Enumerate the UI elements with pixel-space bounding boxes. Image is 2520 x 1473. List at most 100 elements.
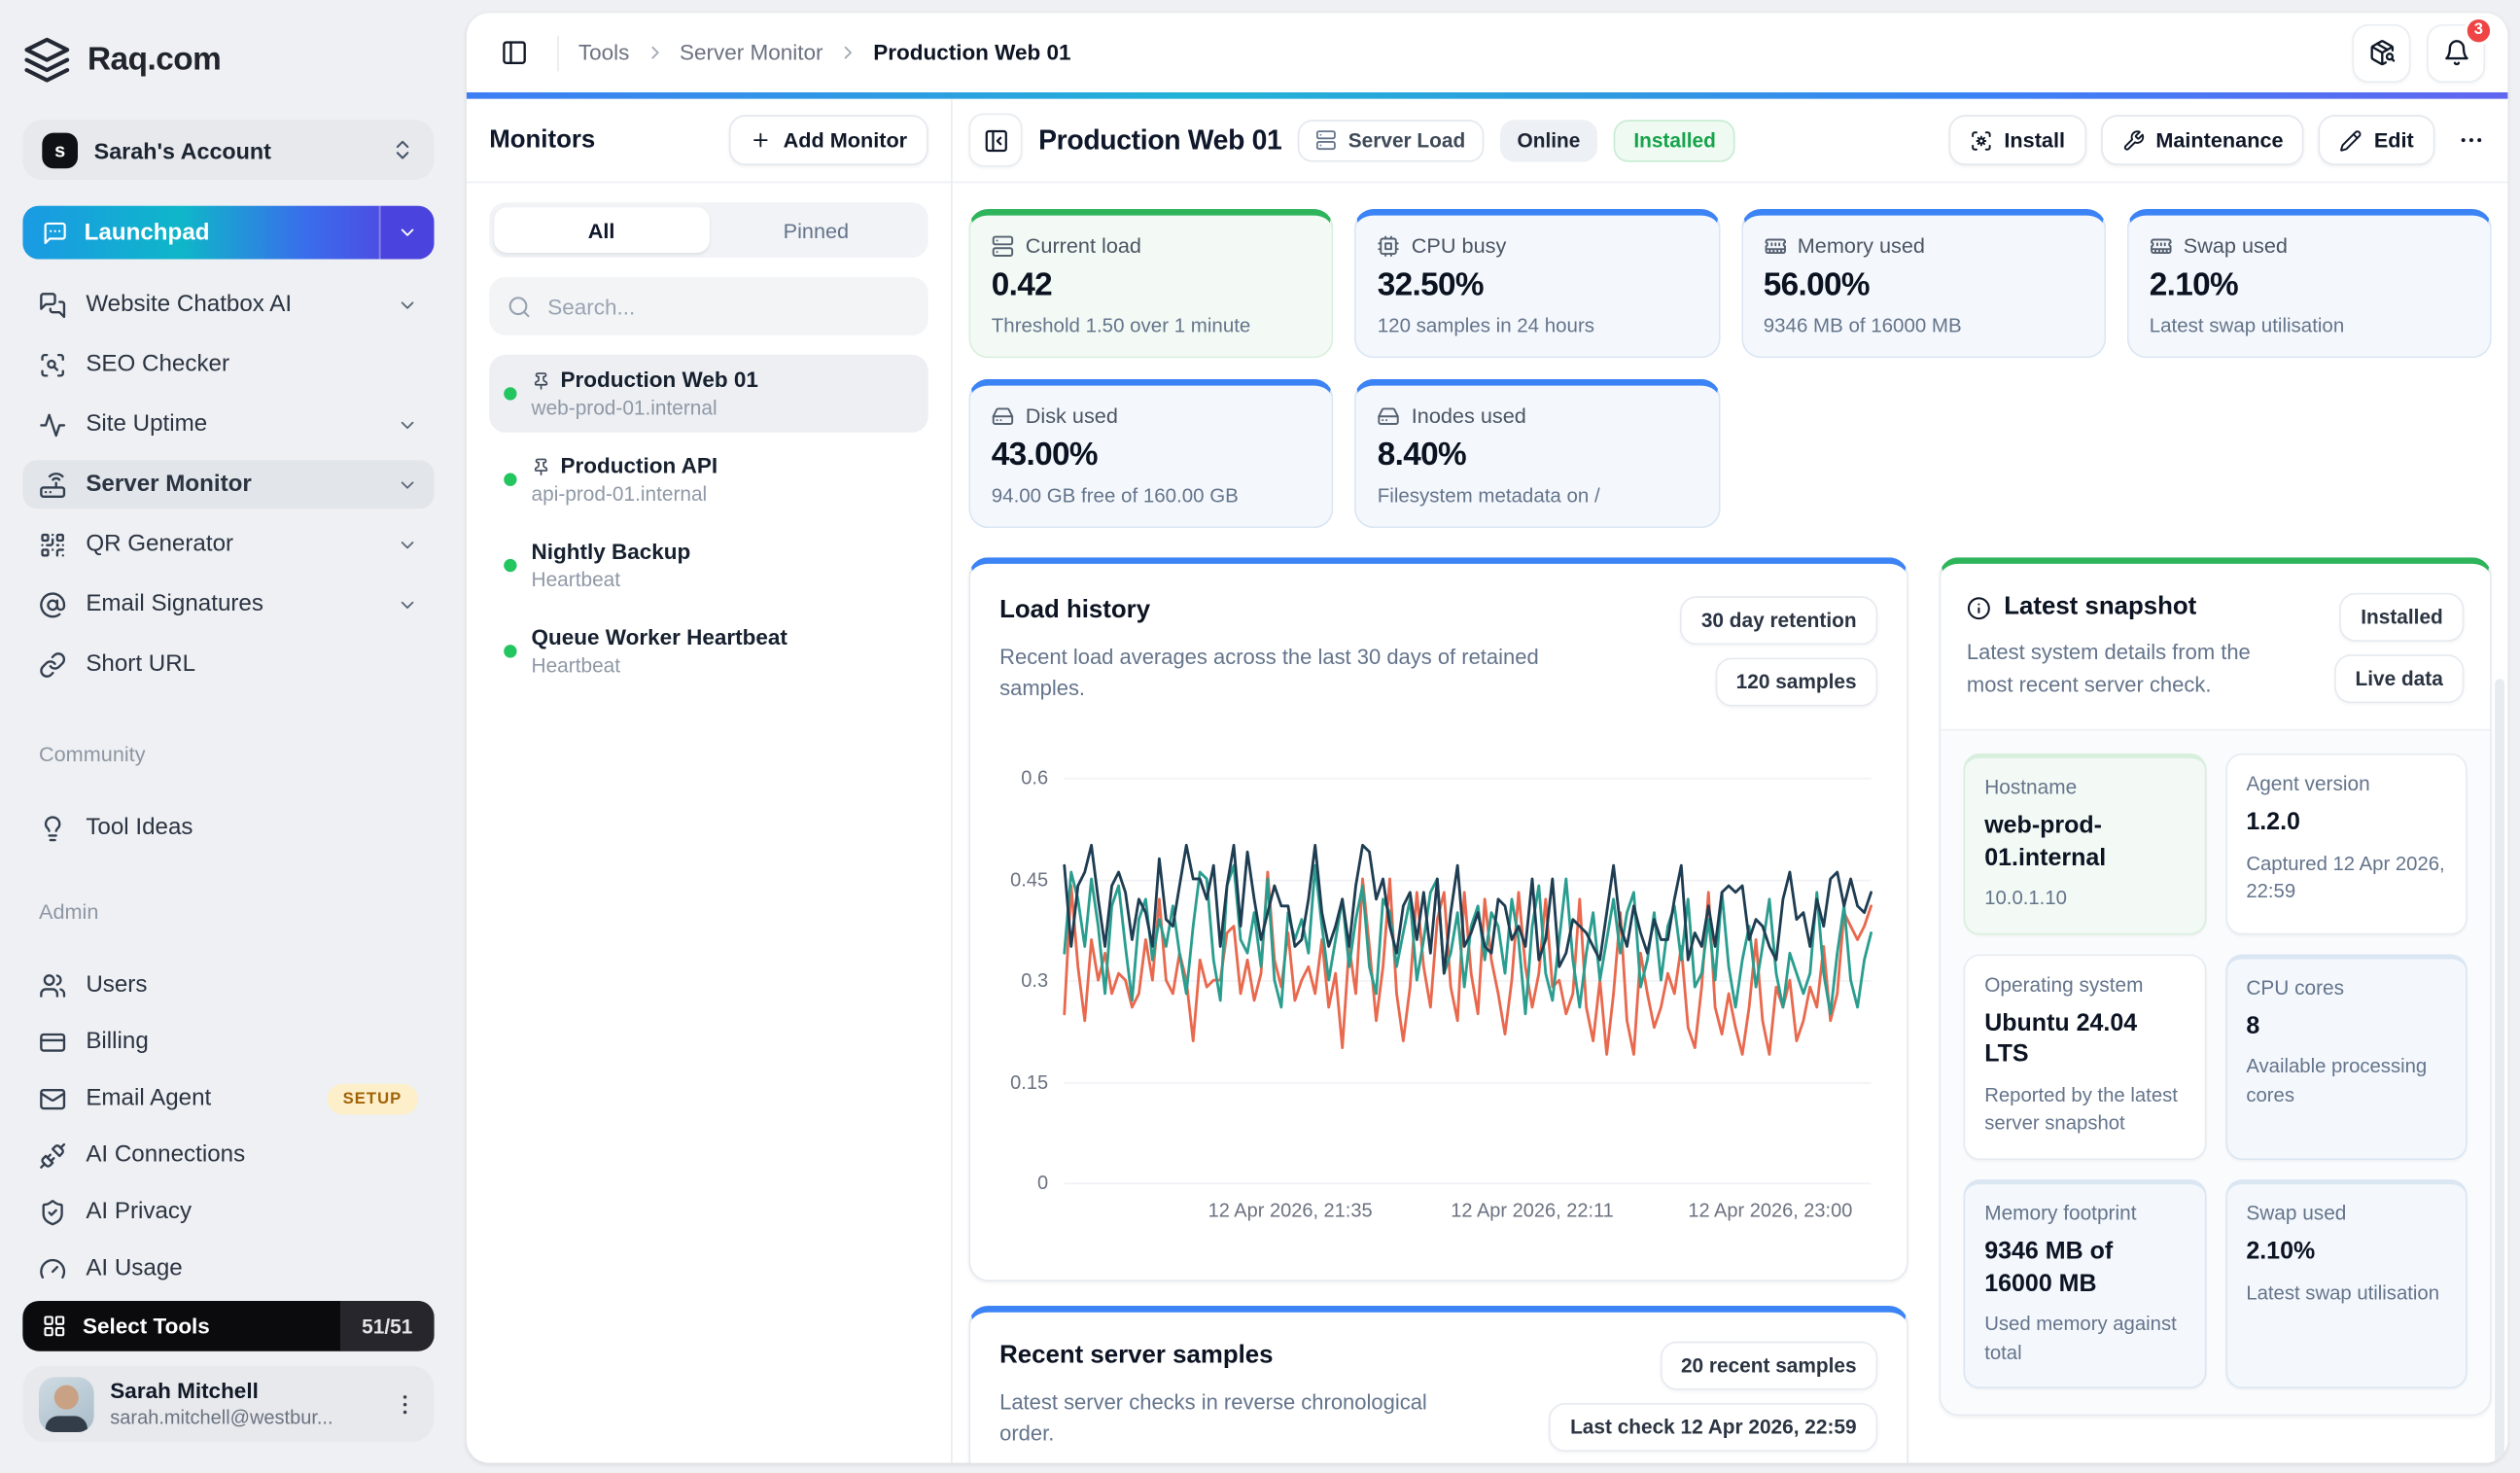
snapshot-value: 9346 MB of 16000 MB bbox=[1984, 1236, 2185, 1299]
chart-x-tick: 12 Apr 2026, 22:11 bbox=[1451, 1199, 1614, 1221]
main-card: Tools Server Monitor Production Web 01 3 bbox=[467, 13, 2508, 1462]
search-input[interactable] bbox=[544, 293, 911, 320]
stat-cards-row-2: Disk used 43.00% 94.00 GB free of 160.00… bbox=[968, 379, 2491, 528]
shield-check-icon bbox=[39, 1198, 66, 1225]
sidebar-item-site-uptime[interactable]: Site Uptime bbox=[22, 401, 434, 449]
stat-value: 56.00% bbox=[1764, 267, 2083, 304]
sidebar-item-short-url[interactable]: Short URL bbox=[22, 640, 434, 688]
status-badge: Online bbox=[1499, 119, 1597, 160]
scrollbar-thumb[interactable] bbox=[2495, 679, 2504, 1462]
stat-label: Current load bbox=[1026, 233, 1141, 258]
notifications-button[interactable]: 3 bbox=[2427, 23, 2485, 82]
monitors-title: Monitors bbox=[489, 125, 595, 155]
sidebar-item-qr-generator[interactable]: QR Generator bbox=[22, 520, 434, 569]
snapshot-installed-badge: Installed bbox=[2340, 593, 2465, 642]
monitor-item-production-api[interactable]: Production API api-prod-01.internal bbox=[489, 440, 928, 518]
sidebar-item-tool-ideas[interactable]: Tool Ideas bbox=[22, 804, 434, 853]
stat-value: 0.42 bbox=[992, 267, 1312, 304]
stat-value: 8.40% bbox=[1378, 438, 1698, 474]
install-button[interactable]: Install bbox=[1949, 115, 2086, 165]
snapshot-label: CPU cores bbox=[2246, 976, 2446, 999]
hard-drive-icon bbox=[1378, 404, 1400, 427]
edit-button[interactable]: Edit bbox=[2319, 115, 2434, 165]
server-icon bbox=[1315, 129, 1337, 151]
sidebar-item-label: Email Signatures bbox=[86, 591, 263, 617]
monitor-item-nightly-backup[interactable]: Nightly Backup Heartbeat bbox=[489, 527, 928, 605]
admin-heading: Admin bbox=[22, 899, 434, 924]
tab-pinned[interactable]: Pinned bbox=[709, 207, 924, 253]
snapshot-detail: Latest swap utilisation bbox=[2246, 1280, 2446, 1308]
chevron-down-icon bbox=[397, 222, 418, 243]
gauge-icon bbox=[39, 1255, 66, 1282]
user-card[interactable]: Sarah Mitchell sarah.mitchell@westbur... bbox=[22, 1366, 434, 1442]
installed-badge: Installed bbox=[1614, 119, 1735, 160]
grid-icon bbox=[42, 1315, 66, 1339]
stat-value: 43.00% bbox=[992, 438, 1312, 474]
chat-bubble-icon bbox=[42, 220, 68, 246]
sidebar-community: Tool Ideas bbox=[22, 804, 434, 864]
sidebar-toggle-button[interactable] bbox=[489, 28, 538, 77]
snapshot-live-data-badge: Live data bbox=[2334, 654, 2465, 703]
chevron-right-icon bbox=[838, 42, 859, 63]
tab-all[interactable]: All bbox=[494, 207, 709, 253]
sidebar-item-ai-usage[interactable]: AI Usage bbox=[22, 1245, 434, 1293]
snapshot-label: Operating system bbox=[1984, 973, 2185, 996]
launchpad-main[interactable]: Launchpad bbox=[22, 206, 379, 260]
snapshot-card-operating-system: Operating system Ubuntu 24.04 LTS Report… bbox=[1964, 954, 2206, 1160]
status-dot bbox=[504, 387, 516, 400]
snapshot-value: 1.2.0 bbox=[2246, 807, 2446, 838]
pin-icon bbox=[532, 370, 551, 390]
sidebar-item-ai-connections[interactable]: AI Connections bbox=[22, 1131, 434, 1179]
setup-badge: SETUP bbox=[327, 1083, 418, 1114]
stat-card-current-load: Current load 0.42 Threshold 1.50 over 1 … bbox=[968, 209, 1333, 358]
breadcrumb-tools[interactable]: Tools bbox=[578, 41, 630, 65]
sidebar-item-seo-checker[interactable]: SEO Checker bbox=[22, 340, 434, 389]
chevron-down-icon bbox=[397, 414, 418, 436]
monitor-item-production-web-01[interactable]: Production Web 01 web-prod-01.internal bbox=[489, 355, 928, 433]
launchpad-caret[interactable] bbox=[379, 206, 435, 260]
sidebar-item-email-signatures[interactable]: Email Signatures bbox=[22, 580, 434, 629]
stat-detail: 120 samples in 24 hours bbox=[1378, 314, 1698, 336]
package-search-button[interactable] bbox=[2352, 23, 2410, 82]
chart-x-tick: 12 Apr 2026, 23:00 bbox=[1688, 1199, 1852, 1221]
memory-stick-icon bbox=[2150, 234, 2172, 257]
maintenance-button[interactable]: Maintenance bbox=[2101, 115, 2305, 165]
snapshot-card-memory-footprint: Memory footprint 9346 MB of 16000 MB Use… bbox=[1964, 1179, 2206, 1389]
launchpad-button[interactable]: Launchpad bbox=[22, 206, 434, 260]
snapshot-cards: Hostname web-prod-01.internal 10.0.1.10 … bbox=[1941, 731, 2490, 1416]
monitor-search[interactable] bbox=[489, 277, 928, 335]
pencil-icon bbox=[2340, 128, 2362, 151]
sidebar-item-ai-privacy[interactable]: AI Privacy bbox=[22, 1188, 434, 1237]
breadcrumb-server-monitor[interactable]: Server Monitor bbox=[680, 41, 823, 65]
chevrons-up-down-icon bbox=[391, 138, 415, 162]
divider bbox=[557, 35, 559, 71]
snapshot-detail: Available processing cores bbox=[2246, 1053, 2446, 1110]
monitor-item-queue-worker-heartbeat[interactable]: Queue Worker Heartbeat Heartbeat bbox=[489, 613, 928, 690]
stat-card-memory-used: Memory used 56.00% 9346 MB of 16000 MB bbox=[1740, 209, 2105, 358]
collapse-panel-button[interactable] bbox=[968, 114, 1022, 167]
sidebar-item-server-monitor[interactable]: Server Monitor bbox=[22, 460, 434, 509]
launchpad-label: Launchpad bbox=[85, 220, 210, 246]
panel-left-close-icon bbox=[983, 127, 1009, 154]
more-vertical-icon[interactable] bbox=[392, 1391, 418, 1418]
monitor-detail-content: Production Web 01 Server Load Online Ins… bbox=[953, 99, 2508, 1463]
sidebar-item-email-agent[interactable]: Email Agent SETUP bbox=[22, 1074, 434, 1123]
plus-icon bbox=[751, 129, 772, 151]
sidebar-item-users[interactable]: Users bbox=[22, 961, 434, 1009]
more-actions-button[interactable] bbox=[2449, 119, 2491, 160]
samples-badge: 120 samples bbox=[1715, 658, 1877, 707]
stat-detail: Latest swap utilisation bbox=[2150, 314, 2469, 336]
recent-samples-subtitle: Latest server checks in reverse chronolo… bbox=[999, 1386, 1453, 1449]
snapshot-value: 2.10% bbox=[2246, 1236, 2446, 1267]
add-monitor-button[interactable]: Add Monitor bbox=[730, 115, 928, 165]
layers-logo-icon bbox=[22, 36, 71, 85]
sidebar-item-billing[interactable]: Billing bbox=[22, 1018, 434, 1067]
monitor-name: Nightly Backup bbox=[532, 540, 691, 564]
account-switcher[interactable]: s Sarah's Account bbox=[22, 120, 434, 180]
cpu-icon bbox=[1378, 234, 1400, 257]
sidebar-item-website-chatbox-ai[interactable]: Website Chatbox AI bbox=[22, 280, 434, 329]
sidebar-admin: Users Billing Email Agent SETUP AI Conne… bbox=[22, 961, 434, 1301]
select-tools-button[interactable]: Select Tools 51/51 bbox=[22, 1301, 434, 1351]
brand-logo: Raq.com bbox=[22, 36, 434, 85]
chart-y-tick: 0.6 bbox=[1021, 766, 1048, 789]
